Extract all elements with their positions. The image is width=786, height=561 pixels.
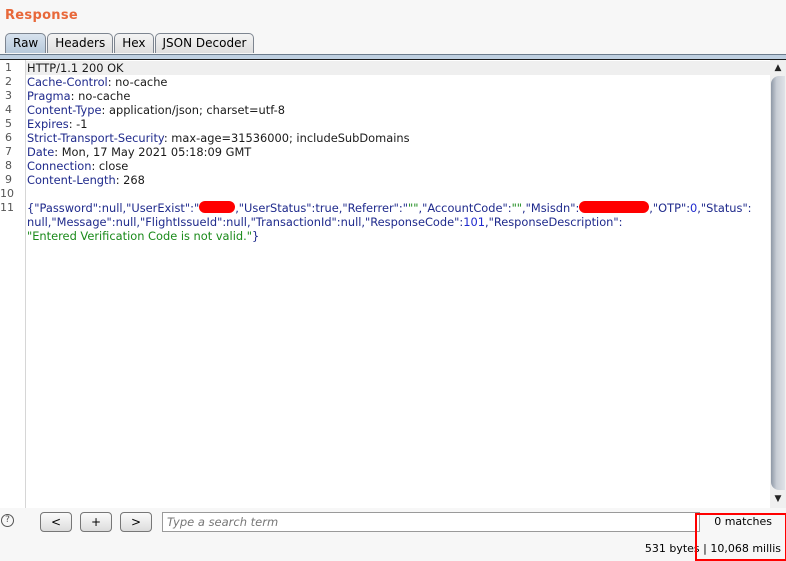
json-text: } [251,229,260,243]
json-text: ,"AccountCode": [418,201,512,215]
line-number: 3 [5,89,12,102]
header-value: no-cache [111,75,168,89]
header-value: max-age=31536000; includeSubDomains [167,131,410,145]
search-box[interactable] [162,512,700,532]
panel-title: Response [5,8,79,23]
previous-match-button[interactable]: < [40,512,72,532]
header-line: Content-Length: 268 [27,173,145,187]
header-name: Strict-Transport-Security [27,131,164,145]
line-number: 1 [5,61,12,74]
scroll-up-arrow-icon[interactable]: ▲ [770,61,786,75]
status-line-text: HTTP/1.1 200 OK [27,61,124,75]
tab-hex[interactable]: Hex [114,33,154,53]
tab-raw[interactable]: Raw [5,33,47,53]
header-line: Strict-Transport-Security: max-age=31536… [27,131,410,145]
annotation-highlight-box [695,513,786,561]
header-line: Connection: close [27,159,129,173]
scroll-down-arrow-icon[interactable]: ▼ [770,492,786,506]
line-number: 6 [5,131,12,144]
response-editor[interactable]: 1 2 3 4 5 6 7 8 9 10 11 HTTP/1.1 200 OK … [0,60,770,508]
json-text: ,"Msisdn": [522,201,580,215]
header-value: Mon, 17 May 2021 05:18:09 GMT [58,145,252,159]
header-name: Content-Type [27,103,102,117]
json-text: ,"OTP": [649,201,691,215]
line-number: 11 [0,201,14,214]
header-name: Cache-Control [27,75,108,89]
header-name: Date [27,145,55,159]
header-name: Expires [27,117,69,131]
json-text: null,"Message":null,"FlightIssueId":null… [27,215,464,229]
tab-json-decoder[interactable]: JSON Decoder [154,33,255,53]
json-string: "" [511,201,523,215]
json-text: {"Password":null,"UserExist":" [27,201,200,215]
line-number: 4 [5,103,12,116]
header-value: -1 [72,117,88,131]
header-line: Expires: -1 [27,117,88,131]
json-text: ,"ResponseDescription": [484,215,623,229]
status-line: HTTP/1.1 200 OK [26,61,770,75]
header-value: application/json; charset=utf-8 [105,103,285,117]
add-search-button[interactable]: + [80,512,112,532]
header-line: Date: Mon, 17 May 2021 05:18:09 GMT [27,145,252,159]
tab-headers[interactable]: Headers [47,33,114,53]
line-number: 8 [5,159,12,172]
json-body-line: "Entered Verification Code is not valid.… [27,229,770,243]
line-number: 10 [0,187,14,200]
search-input[interactable] [163,513,691,531]
json-body-line: null,"Message":null,"FlightIssueId":null… [27,215,770,229]
header-name: Content-Length [27,173,116,187]
help-icon[interactable]: ? [1,514,14,527]
json-number: 101 [463,215,485,229]
header-line: Content-Type: application/json; charset=… [27,103,285,117]
json-string: "Entered Verification Code is not valid.… [27,229,252,243]
vertical-scrollbar[interactable]: ▲ ▼ [770,60,786,508]
line-number: 5 [5,117,12,130]
header-value: 268 [119,173,145,187]
json-string: "" [407,201,419,215]
header-value: no-cache [74,89,131,103]
header-name: Connection [27,159,92,173]
header-value: close [95,159,129,173]
redacted-msisdn [579,201,650,213]
scrollbar-thumb[interactable] [771,76,785,490]
redacted-user-exist [199,201,236,213]
line-number: 7 [5,145,12,158]
line-number: 9 [5,173,12,186]
line-number: 2 [5,75,12,88]
next-match-button[interactable]: > [120,512,152,532]
json-text: ,"UserStatus":true,"Referrer":" [235,201,408,215]
json-body-line: {"Password":null,"UserExist":" ,"UserStat… [27,201,770,215]
header-line: Cache-Control: no-cache [27,75,168,89]
header-name: Pragma [27,89,71,103]
tab-bar: Raw Headers Hex JSON Decoder [5,33,255,54]
json-text: ,"Status": [697,201,752,215]
line-number-gutter: 1 2 3 4 5 6 7 8 9 10 11 [0,60,26,508]
header-line: Pragma: no-cache [27,89,131,103]
